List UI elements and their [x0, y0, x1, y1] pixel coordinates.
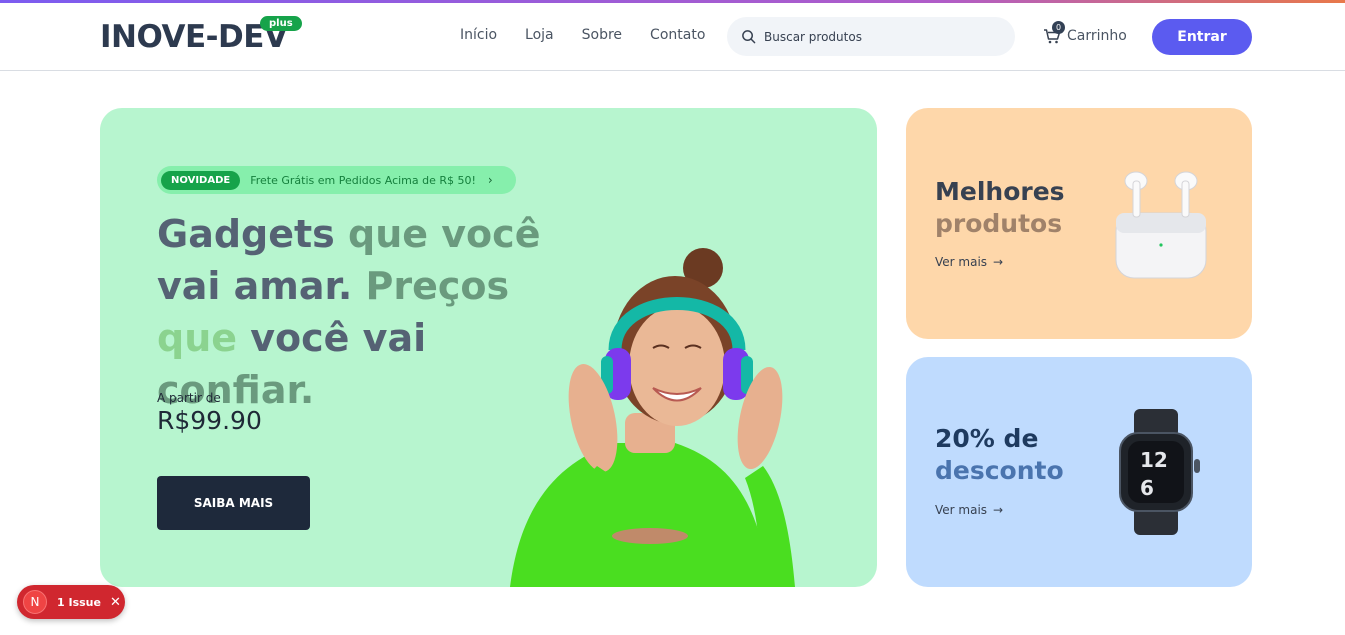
site-header: INOVE-DEV plus Início Loja Sobre Contato… — [0, 3, 1345, 71]
arrow-right-icon: → — [993, 255, 1004, 269]
issues-indicator[interactable]: N 1 Issue ✕ — [17, 585, 125, 619]
search-input[interactable] — [764, 29, 994, 44]
promo-card-best-products[interactable]: Melhores produtos Ver mais → — [906, 108, 1252, 339]
search-bar[interactable] — [727, 17, 1015, 56]
hero-banner: NOVIDADE Frete Grátis em Pedidos Acima d… — [100, 108, 877, 587]
woman-with-headphones-image — [510, 248, 795, 587]
search-icon — [742, 30, 756, 44]
card-title: 20% de desconto — [935, 424, 1064, 485]
learn-more-button[interactable]: SAIBA MAIS — [157, 476, 310, 530]
price-label: A partir de — [157, 391, 221, 405]
promo-card-discount[interactable]: 20% de desconto Ver mais → 12 6 — [906, 357, 1252, 587]
card-title: Melhores produtos — [935, 177, 1065, 238]
smartwatch-icon: 12 6 — [1119, 409, 1200, 535]
main-nav: Início Loja Sobre Contato — [460, 27, 705, 43]
arrow-right-icon: → — [993, 503, 1004, 517]
nav-link-sobre[interactable]: Sobre — [582, 27, 622, 43]
chevron-right-icon: › — [487, 173, 493, 187]
nav-link-contato[interactable]: Contato — [650, 27, 705, 43]
see-more-link[interactable]: Ver mais → — [935, 503, 1003, 517]
nav-link-inicio[interactable]: Início — [460, 27, 497, 43]
cart-count-badge: 0 — [1052, 21, 1065, 34]
login-button[interactable]: Entrar — [1152, 19, 1252, 55]
nextjs-logo-icon: N — [23, 590, 47, 614]
promo-pill[interactable]: NOVIDADE Frete Grátis em Pedidos Acima d… — [157, 166, 516, 194]
svg-text:12: 12 — [1140, 448, 1168, 472]
price-value: R$99.90 — [157, 406, 262, 435]
nav-link-loja[interactable]: Loja — [525, 27, 554, 43]
logo-plus-badge: plus — [260, 16, 302, 31]
promo-text: Frete Grátis em Pedidos Acima de R$ 50! — [250, 173, 476, 187]
svg-text:6: 6 — [1140, 476, 1154, 500]
airpods-icon — [1115, 171, 1207, 279]
issue-count-text: 1 Issue — [57, 595, 101, 609]
promo-tag: NOVIDADE — [161, 170, 241, 190]
cart-label: Carrinho — [1067, 28, 1127, 44]
see-more-link[interactable]: Ver mais → — [935, 255, 1003, 269]
cart-icon: 0 — [1043, 21, 1065, 45]
close-icon[interactable]: ✕ — [110, 595, 121, 610]
cart-button[interactable]: 0 Carrinho — [1043, 21, 1127, 45]
